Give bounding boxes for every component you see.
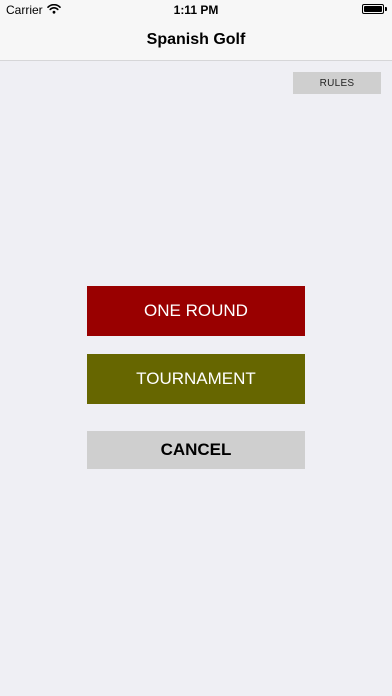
battery-tip [385, 7, 387, 11]
one-round-button[interactable]: ONE ROUND [87, 286, 305, 336]
tournament-button[interactable]: TOURNAMENT [87, 354, 305, 404]
battery-fill [364, 6, 382, 12]
navigation-bar: Spanish Golf [0, 20, 392, 61]
page-title: Spanish Golf [146, 31, 246, 48]
battery-icon [362, 4, 384, 14]
status-time: 1:11 PM [173, 3, 219, 17]
cancel-button[interactable]: CANCEL [87, 431, 305, 469]
status-bar: Carrier 1:11 PM [0, 0, 392, 20]
rules-button[interactable]: RULES [293, 72, 381, 94]
